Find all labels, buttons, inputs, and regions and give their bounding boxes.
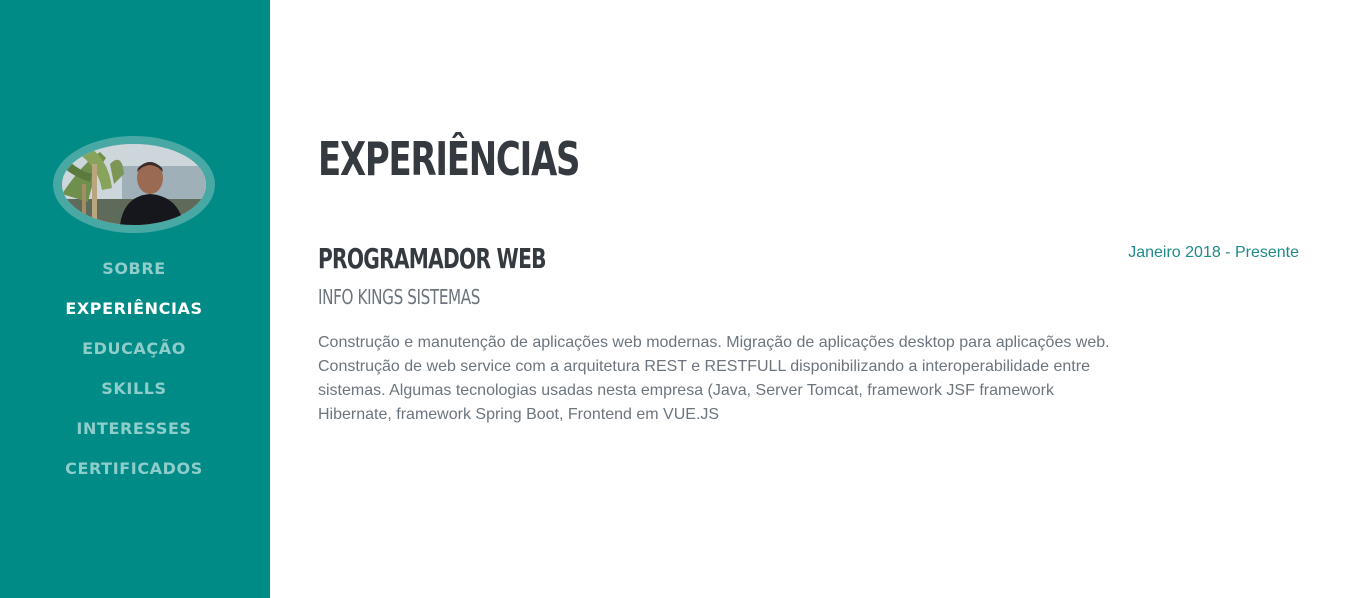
sidebar-nav: SOBRE EXPERIÊNCIAS EDUCAÇÃO SKILLS INTER…: [0, 256, 268, 496]
nav-item-experiencias[interactable]: EXPERIÊNCIAS: [0, 296, 268, 336]
profile-photo: [62, 144, 206, 225]
job-description: Construção e manutenção de aplicações we…: [318, 334, 1110, 423]
employment-period: Janeiro 2018 - Presente: [1128, 244, 1299, 261]
main-content: EXPERIÊNCIAS PROGRAMADOR WEB INFO KINGS …: [318, 0, 1308, 598]
company-name: INFO KINGS SISTEMAS: [318, 285, 481, 309]
nav-item-interesses[interactable]: INTERESSES: [0, 416, 268, 456]
profile-photo-frame: [53, 136, 215, 233]
page: SOBRE EXPERIÊNCIAS EDUCAÇÃO SKILLS INTER…: [0, 0, 1347, 598]
nav-item-certificados[interactable]: CERTIFICADOS: [0, 456, 268, 496]
nav-item-educacao[interactable]: EDUCAÇÃO: [0, 336, 268, 376]
nav-item-skills[interactable]: SKILLS: [0, 376, 268, 416]
nav-item-sobre[interactable]: SOBRE: [0, 256, 268, 296]
profile-photo-image: [62, 144, 206, 225]
job-title: PROGRAMADOR WEB: [318, 242, 546, 275]
sidebar: SOBRE EXPERIÊNCIAS EDUCAÇÃO SKILLS INTER…: [0, 0, 270, 598]
section-title: EXPERIÊNCIAS: [318, 132, 580, 186]
